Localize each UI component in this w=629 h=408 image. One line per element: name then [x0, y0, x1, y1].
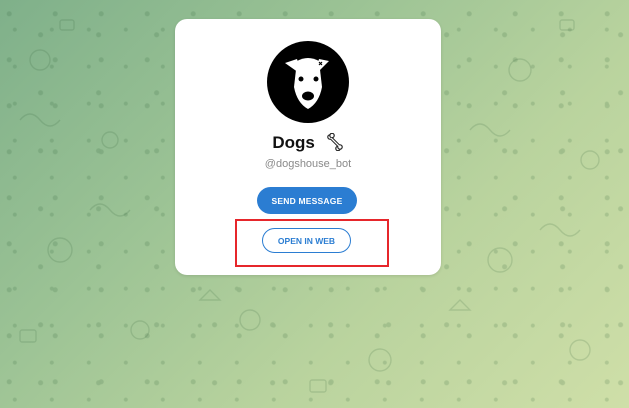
bot-name: Dogs: [272, 133, 315, 152]
dog-avatar: [267, 41, 349, 123]
bot-username: @dogshouse_bot: [264, 158, 352, 170]
bot-title: Dogs: [175, 132, 441, 156]
open-in-web-button[interactable]: OPEN IN WEB: [262, 228, 351, 253]
bot-profile-card: Dogs @dogshouse_bot SEND MESSAGE OPEN IN…: [175, 19, 441, 275]
send-message-button[interactable]: SEND MESSAGE: [257, 187, 357, 214]
bone-icon: [326, 132, 344, 156]
